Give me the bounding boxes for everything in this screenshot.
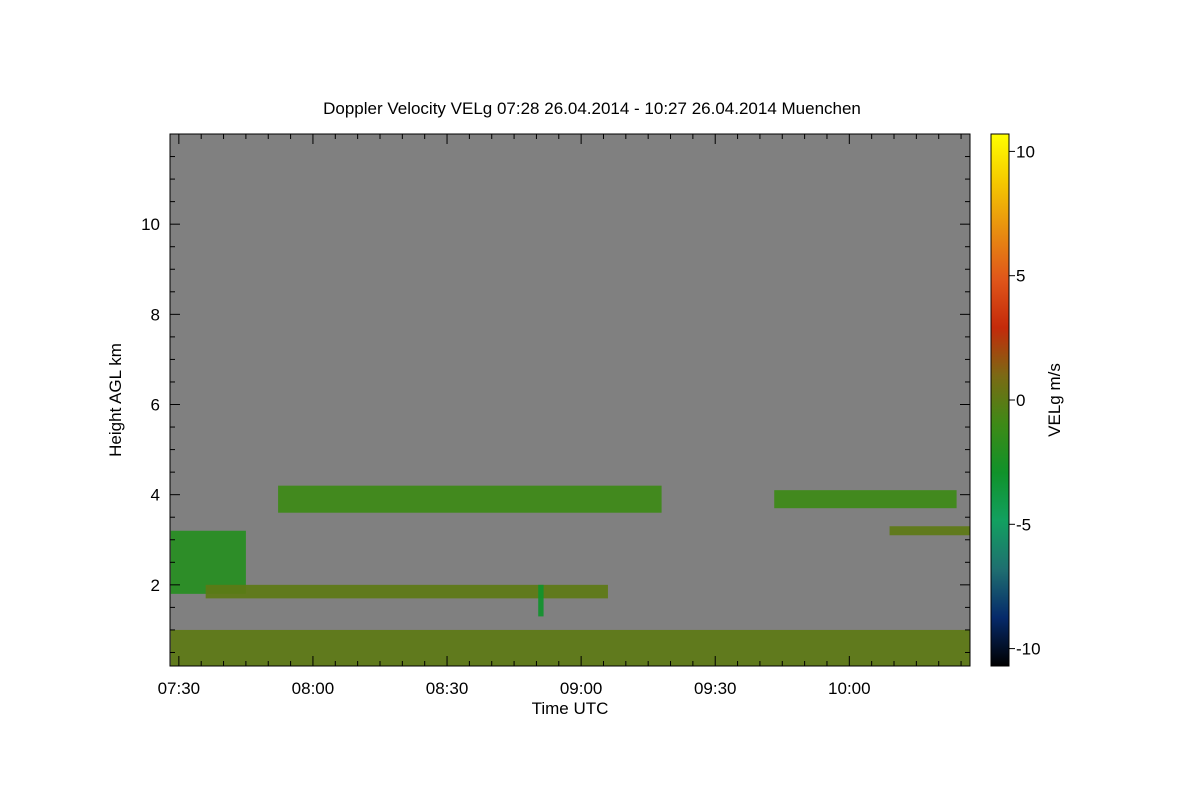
x-tick-label: 09:30 [694, 679, 737, 698]
colorbar-tick-label: 5 [1016, 267, 1025, 286]
y-tick-label: 6 [151, 396, 160, 415]
y-axis-label: Height AGL km [106, 343, 125, 457]
x-tick-label: 08:00 [292, 679, 335, 698]
x-axis-label: Time UTC [532, 699, 609, 718]
colorbar-tick-label: -10 [1016, 640, 1041, 659]
plot-area [169, 133, 971, 667]
y-tick-label: 10 [141, 215, 160, 234]
x-tick-label: 07:30 [158, 679, 201, 698]
region-upper-layer-east [774, 490, 957, 509]
region-fall-streak [538, 584, 544, 617]
region-layer-at-3.2-km [889, 526, 970, 536]
colorbar-tick-label: 10 [1016, 142, 1035, 161]
colorbar-ticks: -10 -5 0 5 10 [1009, 142, 1041, 659]
figure: Doppler Velocity VELg 07:28 26.04.2014 -… [106, 99, 1064, 718]
colorbar-label: VELg m/s [1045, 363, 1064, 437]
region-west-low-layer [170, 530, 246, 594]
x-tick-label: 10:00 [828, 679, 871, 698]
region-boundary-layer [170, 629, 970, 666]
x-tick-label: 08:30 [426, 679, 469, 698]
chart-title: Doppler Velocity VELg 07:28 26.04.2014 -… [323, 99, 861, 118]
colorbar-gradient [990, 133, 1010, 667]
y-tick-label: 2 [151, 576, 160, 595]
region-mid-level-cloud-layer [278, 485, 662, 513]
y-tick-label: 4 [151, 486, 160, 505]
region-layer-at-1.9-km [205, 584, 608, 599]
colorbar-tick-label: -5 [1016, 515, 1031, 534]
colorbar-tick-label: 0 [1016, 391, 1025, 410]
y-tick-label: 8 [151, 305, 160, 324]
x-tick-label: 09:00 [560, 679, 603, 698]
colorbar: -10 -5 0 5 10 VELg m/s [990, 133, 1064, 667]
